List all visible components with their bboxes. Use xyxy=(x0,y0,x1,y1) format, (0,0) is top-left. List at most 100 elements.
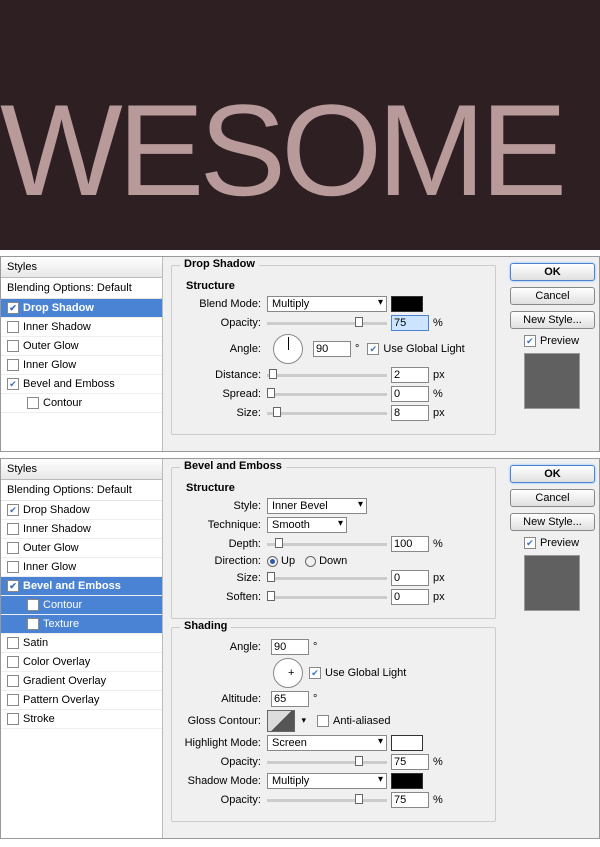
checkbox-icon[interactable] xyxy=(7,713,19,725)
new-style-button[interactable]: New Style... xyxy=(510,311,595,329)
angle-input[interactable]: 90 xyxy=(313,341,351,357)
highlight-opacity-input[interactable]: 75 xyxy=(391,754,429,770)
direction-down-radio[interactable]: Down xyxy=(305,555,347,567)
style-item-bevel-emboss[interactable]: Bevel and Emboss xyxy=(1,577,162,596)
blend-mode-dropdown[interactable]: Multiply xyxy=(267,296,387,312)
size-input[interactable]: 0 xyxy=(391,570,429,586)
style-item-inner-shadow[interactable]: Inner Shadow xyxy=(1,318,162,337)
styles-list: Styles Blending Options: Default Drop Sh… xyxy=(1,459,163,838)
distance-slider[interactable] xyxy=(267,374,387,377)
style-item-inner-glow[interactable]: Inner Glow xyxy=(1,356,162,375)
size-slider[interactable] xyxy=(267,577,387,580)
style-item-contour[interactable]: Contour xyxy=(1,596,162,615)
canvas-preview: WESOME xyxy=(0,0,600,250)
style-label: Style: xyxy=(182,500,267,512)
right-buttons: OK Cancel New Style... Preview xyxy=(504,257,599,451)
global-light-checkbox[interactable] xyxy=(309,667,321,679)
opacity-label: Opacity: xyxy=(182,317,267,329)
checkbox-icon[interactable] xyxy=(7,561,19,573)
checkbox-icon[interactable] xyxy=(7,523,19,535)
checkbox-icon[interactable] xyxy=(7,542,19,554)
altitude-input[interactable]: 65 xyxy=(271,691,309,707)
size-slider[interactable] xyxy=(267,412,387,415)
style-item-bevel-emboss[interactable]: Bevel and Emboss xyxy=(1,375,162,394)
spread-input[interactable]: 0 xyxy=(391,386,429,402)
shadow-opacity-input[interactable]: 75 xyxy=(391,792,429,808)
soften-input[interactable]: 0 xyxy=(391,589,429,605)
highlight-mode-label: Highlight Mode: xyxy=(182,737,267,749)
checkbox-icon[interactable] xyxy=(7,580,19,592)
styles-list: Styles Blending Options: Default Drop Sh… xyxy=(1,257,163,451)
style-item-stroke[interactable]: Stroke xyxy=(1,710,162,729)
style-item-texture[interactable]: Texture xyxy=(1,615,162,634)
preview-checkbox[interactable] xyxy=(524,335,536,347)
cancel-button[interactable]: Cancel xyxy=(510,489,595,507)
angle-altitude-wheel[interactable]: + xyxy=(273,658,303,688)
style-item-color-overlay[interactable]: Color Overlay xyxy=(1,653,162,672)
shadow-color-swatch[interactable] xyxy=(391,296,423,312)
preview-label: Preview xyxy=(540,335,579,347)
ok-button[interactable]: OK xyxy=(510,263,595,281)
blending-options[interactable]: Blending Options: Default xyxy=(1,278,162,299)
checkbox-icon[interactable] xyxy=(7,378,19,390)
ok-button[interactable]: OK xyxy=(510,465,595,483)
style-item-satin[interactable]: Satin xyxy=(1,634,162,653)
blending-options[interactable]: Blending Options: Default xyxy=(1,480,162,501)
checkbox-icon[interactable] xyxy=(7,637,19,649)
technique-dropdown[interactable]: Smooth xyxy=(267,517,347,533)
styles-header[interactable]: Styles xyxy=(1,459,162,480)
shadow-opacity-slider[interactable] xyxy=(267,799,387,802)
depth-slider[interactable] xyxy=(267,543,387,546)
layer-style-dialog-bevel: Styles Blending Options: Default Drop Sh… xyxy=(0,458,600,839)
checkbox-icon[interactable] xyxy=(27,599,39,611)
checkbox-icon[interactable] xyxy=(27,397,39,409)
distance-input[interactable]: 2 xyxy=(391,367,429,383)
style-item-inner-shadow[interactable]: Inner Shadow xyxy=(1,520,162,539)
shadow-color-swatch[interactable] xyxy=(391,773,423,789)
checkbox-icon[interactable] xyxy=(7,504,19,516)
gloss-contour-label: Gloss Contour: xyxy=(182,715,267,727)
soften-slider[interactable] xyxy=(267,596,387,599)
opacity-slider[interactable] xyxy=(267,322,387,325)
depth-input[interactable]: 100 xyxy=(391,536,429,552)
global-light-label: Use Global Light xyxy=(325,667,406,679)
layer-style-dialog-dropshadow: Styles Blending Options: Default Drop Sh… xyxy=(0,256,600,452)
style-item-pattern-overlay[interactable]: Pattern Overlay xyxy=(1,691,162,710)
style-dropdown[interactable]: Inner Bevel xyxy=(267,498,367,514)
checkbox-icon[interactable] xyxy=(7,340,19,352)
shadow-mode-dropdown[interactable]: Multiply xyxy=(267,773,387,789)
style-item-contour[interactable]: Contour xyxy=(1,394,162,413)
new-style-button[interactable]: New Style... xyxy=(510,513,595,531)
style-item-outer-glow[interactable]: Outer Glow xyxy=(1,539,162,558)
cancel-button[interactable]: Cancel xyxy=(510,287,595,305)
highlight-color-swatch[interactable] xyxy=(391,735,423,751)
checkbox-icon[interactable] xyxy=(27,618,39,630)
checkbox-icon[interactable] xyxy=(7,656,19,668)
anti-aliased-label: Anti-aliased xyxy=(333,715,390,727)
options-area: Drop Shadow Structure Blend Mode:Multipl… xyxy=(163,257,504,451)
opacity-input[interactable]: 75 xyxy=(391,315,429,331)
highlight-mode-dropdown[interactable]: Screen xyxy=(267,735,387,751)
preview-checkbox[interactable] xyxy=(524,537,536,549)
checkbox-icon[interactable] xyxy=(7,694,19,706)
anti-aliased-checkbox[interactable] xyxy=(317,715,329,727)
spread-slider[interactable] xyxy=(267,393,387,396)
global-light-checkbox[interactable] xyxy=(367,343,379,355)
style-item-drop-shadow[interactable]: Drop Shadow xyxy=(1,299,162,318)
direction-up-radio[interactable]: Up xyxy=(267,555,295,567)
checkbox-icon[interactable] xyxy=(7,321,19,333)
checkbox-icon[interactable] xyxy=(7,675,19,687)
shading-title: Shading xyxy=(180,620,231,632)
angle-wheel[interactable] xyxy=(273,334,303,364)
highlight-opacity-slider[interactable] xyxy=(267,761,387,764)
style-item-inner-glow[interactable]: Inner Glow xyxy=(1,558,162,577)
size-input[interactable]: 8 xyxy=(391,405,429,421)
angle-input[interactable]: 90 xyxy=(271,639,309,655)
checkbox-icon[interactable] xyxy=(7,302,19,314)
style-item-gradient-overlay[interactable]: Gradient Overlay xyxy=(1,672,162,691)
style-item-outer-glow[interactable]: Outer Glow xyxy=(1,337,162,356)
styles-header[interactable]: Styles xyxy=(1,257,162,278)
style-item-drop-shadow[interactable]: Drop Shadow xyxy=(1,501,162,520)
gloss-contour-picker[interactable] xyxy=(267,710,295,732)
checkbox-icon[interactable] xyxy=(7,359,19,371)
